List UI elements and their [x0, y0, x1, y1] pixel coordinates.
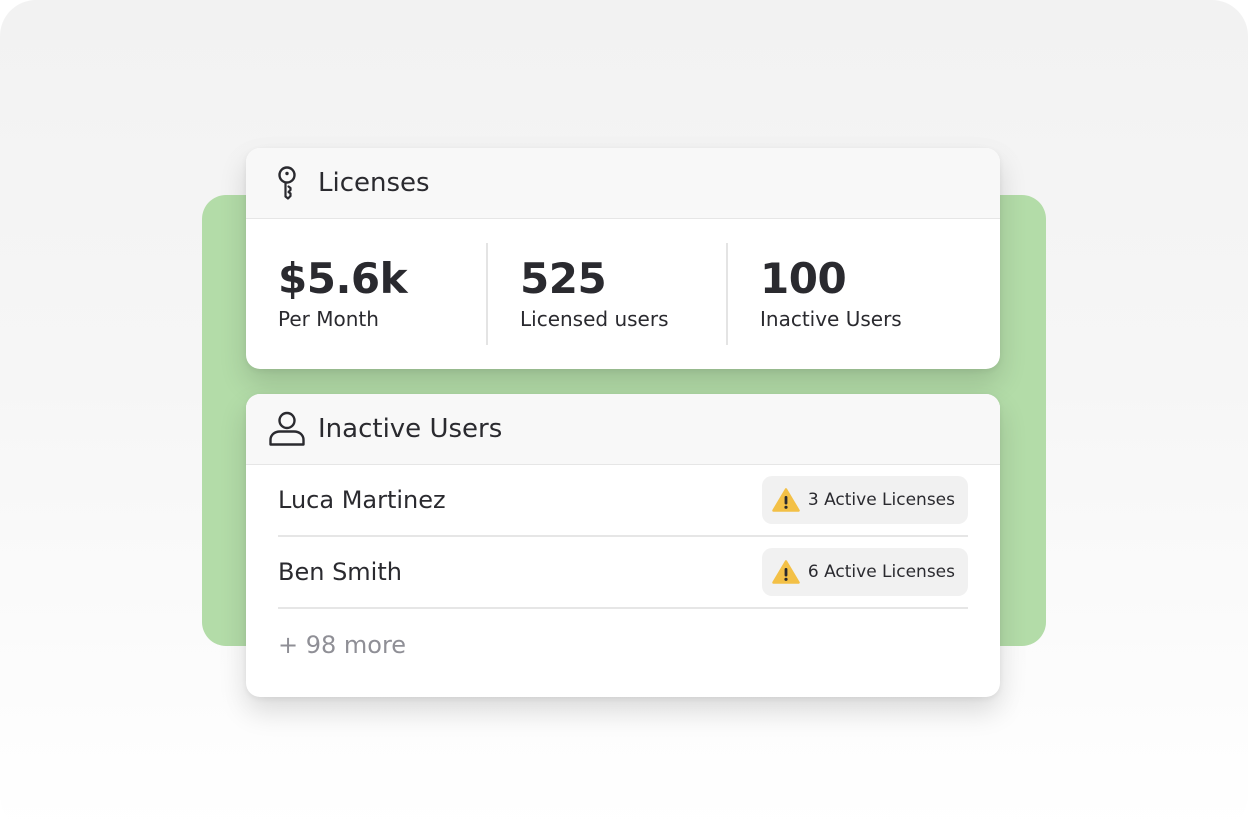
license-stats: $5.6k Per Month 525 Licensed users 100 I… — [246, 219, 1000, 369]
inactive-users-card-header: Inactive Users — [246, 394, 1000, 465]
stat-inactive-users: 100 Inactive Users — [726, 243, 966, 345]
more-users-row[interactable]: + 98 more — [278, 609, 968, 681]
list-item[interactable]: Luca Martinez 3 Active Licenses — [278, 465, 968, 537]
badge-text: 3 Active Licenses — [807, 490, 955, 510]
inactive-users-card: Inactive Users Luca Martinez 3 Active Li… — [246, 394, 1000, 697]
stat-per-month: $5.6k Per Month — [246, 243, 486, 345]
user-name: Ben Smith — [278, 558, 402, 586]
inactive-users-list: Luca Martinez 3 Active Licenses Ben Smit… — [246, 465, 1000, 681]
stat-value: $5.6k — [278, 254, 408, 303]
inactive-users-card-title: Inactive Users — [318, 414, 503, 444]
warning-icon — [772, 487, 800, 513]
licenses-card: Licenses $5.6k Per Month 525 Licensed us… — [246, 148, 1000, 369]
stat-licensed-users: 525 Licensed users — [486, 243, 726, 345]
stat-value: 525 — [520, 254, 607, 303]
stat-label: Licensed users — [520, 307, 669, 331]
badge-text: 6 Active Licenses — [807, 562, 955, 582]
list-item[interactable]: Ben Smith 6 Active Licenses — [278, 537, 968, 609]
license-badge[interactable]: 6 Active Licenses — [761, 548, 968, 596]
user-name: Luca Martinez — [278, 486, 446, 514]
user-icon — [268, 410, 306, 448]
more-users-link[interactable]: + 98 more — [278, 631, 406, 659]
stat-label: Inactive Users — [760, 307, 902, 331]
stat-value: 100 — [760, 254, 847, 303]
warning-icon — [772, 559, 800, 585]
stat-label: Per Month — [278, 307, 379, 331]
license-badge[interactable]: 3 Active Licenses — [761, 476, 968, 524]
licenses-card-header: Licenses — [246, 148, 1000, 219]
key-icon — [268, 164, 306, 202]
licenses-card-title: Licenses — [318, 168, 430, 198]
